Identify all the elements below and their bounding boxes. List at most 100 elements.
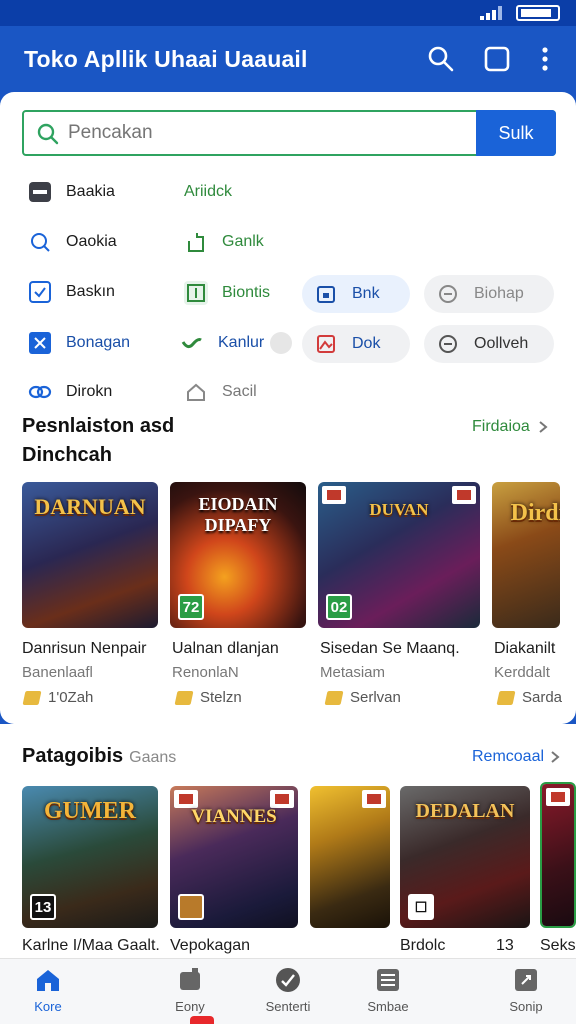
game-tile[interactable]: DEDALAN ☐ — [400, 786, 530, 928]
category-bonagan[interactable]: Bonagan — [28, 324, 130, 362]
category-label: Biontis — [222, 284, 271, 301]
category-baskin[interactable]: Baskın — [28, 273, 115, 311]
category-ganlk[interactable]: Ganlk — [184, 223, 264, 261]
game-subtitle: Kerddalt — [494, 664, 550, 681]
game-name: Vepokagan — [170, 937, 251, 954]
star-icon — [174, 690, 194, 705]
game-name: Danrisun Nenpair — [22, 640, 147, 657]
category-label: Bnk — [352, 285, 380, 302]
category-oaokia[interactable]: Oaokia — [28, 223, 117, 261]
games-icon — [177, 967, 203, 993]
category-kanlur[interactable]: Kanlur — [180, 324, 293, 362]
game-name: Karlne I/Maa Gaalt. — [22, 937, 160, 954]
category-bnk[interactable]: Bnk — [302, 275, 410, 313]
main-card: Sulk Baakia Ariidck Oaokia Ganlk Baskın … — [0, 92, 576, 724]
game-tile[interactable]: DUVAN 02 — [318, 482, 480, 628]
search-icon — [37, 123, 59, 145]
chevron-right-icon — [551, 751, 560, 763]
category-label: Oaokia — [66, 233, 117, 250]
search-bar: Sulk — [22, 110, 556, 156]
category-dirokn[interactable]: Dirokn — [28, 373, 112, 411]
game-tile[interactable]: GUMER 13 — [22, 786, 158, 928]
nav-home[interactable]: Kore — [8, 967, 88, 1014]
age-badge — [178, 894, 204, 920]
game-name: Seks — [540, 937, 576, 954]
search-button[interactable]: Sulk — [476, 110, 556, 156]
more-vert-icon[interactable] — [530, 44, 560, 74]
hand-icon — [184, 230, 208, 254]
settings-icon — [436, 282, 460, 306]
star-icon — [22, 690, 42, 705]
game-tile[interactable] — [540, 782, 576, 928]
image-icon — [314, 332, 338, 356]
search-field — [24, 112, 476, 154]
nav-updates[interactable]: Senterti — [248, 967, 328, 1014]
checklist-icon — [28, 280, 52, 304]
game-rating: 1'0Zah — [22, 689, 93, 706]
nav-apps[interactable]: Sonip — [486, 967, 566, 1014]
game-name: Sisedan Se Maanq. — [320, 640, 460, 657]
search-icon[interactable] — [426, 44, 456, 74]
app-bar: Toko Apllik Uhaai Uaauail — [0, 26, 576, 92]
section2-see-all-link[interactable]: Remcoaal — [472, 748, 562, 766]
game-rating: Serlvan — [324, 689, 401, 706]
category-label: Oollveh — [474, 335, 529, 352]
apps-icon — [513, 967, 539, 993]
game-tile[interactable]: VIANNES — [170, 786, 298, 928]
battery-icon — [516, 5, 560, 21]
home-icon — [35, 967, 61, 993]
search-input[interactable] — [68, 120, 458, 146]
category-label: Baskın — [66, 283, 115, 300]
category-label: Biohap — [474, 285, 524, 302]
category-label: Ariidck — [184, 183, 233, 200]
minus-circle-icon — [436, 332, 460, 356]
game-rating: Sarda — [496, 689, 562, 706]
game-rating: Stelzn — [174, 689, 242, 706]
category-label: Baakia — [66, 183, 115, 200]
calendar-icon — [314, 282, 338, 306]
game-subtitle: RenonlaN — [172, 664, 239, 681]
bottom-navigation: Kore Eony Senterti Smbae Sonip — [0, 958, 576, 1024]
category-oollveh[interactable]: Oollveh — [424, 325, 554, 363]
badge-icon — [362, 790, 386, 808]
section2-title: Patagoibis Gaans — [22, 745, 177, 767]
wave-icon — [180, 331, 204, 355]
home-icon — [184, 380, 208, 404]
chevron-right-icon — [539, 421, 548, 433]
category-biohap[interactable]: Biohap — [424, 275, 554, 313]
game-tile[interactable]: DARNUAN — [22, 482, 158, 628]
category-ariidck[interactable]: Ariidck — [184, 173, 232, 211]
nav-library[interactable]: Smbae — [348, 967, 428, 1014]
badge-icon — [546, 788, 570, 806]
chevron-icon — [270, 332, 293, 354]
game-tile[interactable]: EIODAIN DIPAFY 72 — [170, 482, 306, 628]
status-bar — [0, 0, 576, 26]
section1-see-all-link[interactable]: Firdaioa — [472, 418, 550, 436]
frame-icon — [184, 281, 208, 305]
search-icon — [28, 230, 52, 254]
tabs-icon[interactable] — [482, 44, 512, 74]
link-icon — [28, 380, 52, 404]
section1-title: Pesnlaiston asd Dinchcah — [22, 415, 175, 466]
game-subtitle: Banenlaafl — [22, 664, 93, 681]
list-icon — [375, 967, 401, 993]
lower-section: Patagoibis Gaans Remcoaal GUMER 13 VIANN… — [0, 724, 576, 960]
category-label: Kanlur — [218, 334, 265, 351]
nav-games[interactable]: Eony — [150, 967, 230, 1014]
signal-icon — [480, 6, 502, 20]
game-name: Diakanilt — [494, 640, 556, 657]
category-baakia[interactable]: Baakia — [28, 173, 115, 211]
category-label: Sacil — [222, 383, 257, 400]
category-sacil[interactable]: Sacil — [184, 373, 257, 411]
category-dok[interactable]: Dok — [302, 325, 410, 363]
game-tile[interactable]: Dirdi — [492, 482, 560, 628]
game-tile[interactable] — [310, 786, 390, 928]
game-count: 13 — [496, 937, 514, 954]
category-label: Bonagan — [66, 334, 131, 351]
square-icon — [28, 180, 52, 204]
category-biontis[interactable]: Biontis — [172, 274, 282, 312]
star-icon — [496, 690, 516, 705]
star-icon — [324, 690, 344, 705]
category-label: Dok — [352, 335, 381, 352]
home-indicator — [190, 1016, 214, 1024]
